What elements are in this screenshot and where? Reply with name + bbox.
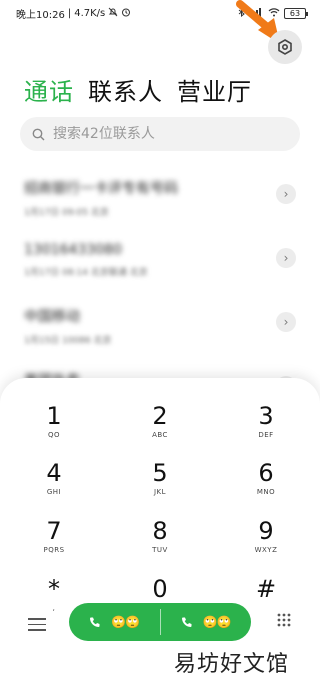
key-letters: GHI — [46, 488, 62, 496]
search-bar[interactable] — [20, 117, 300, 151]
key-3[interactable]: 3 DEF — [221, 402, 311, 458]
key-5[interactable]: 5 JKL — [115, 459, 205, 515]
key-digit: 0 — [152, 575, 168, 603]
call-sim1-button[interactable]: 🙄🙄 — [69, 603, 160, 641]
chevron-right-icon[interactable]: › — [276, 312, 296, 332]
key-1[interactable]: 1 QO — [9, 402, 99, 458]
status-time: 晚上10:26 — [16, 9, 65, 21]
key-digit: * — [48, 575, 60, 603]
key-2[interactable]: 2 ABC — [115, 402, 205, 458]
call-details: 1月15日 10086 北京 — [24, 336, 112, 346]
key-digit: 1 — [46, 402, 62, 430]
silent-icon — [108, 7, 118, 20]
dialpad-grid-icon[interactable] — [276, 612, 292, 628]
tab-service-hall[interactable]: 营业厅 — [177, 72, 252, 107]
key-letters: WXYZ — [254, 546, 278, 554]
sim2-emoji: 🙄🙄 — [202, 615, 232, 629]
call-details: 1月17日 08:14 北京联通 北京 — [24, 268, 148, 278]
menu-icon[interactable] — [28, 618, 46, 632]
caller-name: 中国移动 — [24, 309, 80, 325]
call-log-item[interactable]: 招商银行一卡评专有号码 1月17日 09:05 北京 › — [0, 168, 320, 232]
chevron-right-icon[interactable]: › — [276, 248, 296, 268]
key-digit: # — [255, 575, 277, 603]
key-letters: JKL — [153, 488, 167, 496]
key-letters: TUV — [152, 546, 168, 554]
chevron-right-icon[interactable]: › — [276, 184, 296, 204]
call-button-bar: 🙄🙄 🙄🙄 — [69, 603, 251, 641]
tab-calls[interactable]: 通话 — [24, 72, 74, 107]
gear-icon — [278, 39, 292, 55]
key-8[interactable]: 8 TUV — [115, 517, 205, 573]
status-left: 晚上10:26 | 4.7K/s — [16, 6, 131, 21]
key-digit: 9 — [258, 517, 274, 545]
key-digit: 8 — [152, 517, 168, 545]
call-log-item[interactable]: 中国移动 1月15日 10086 北京 › — [0, 296, 320, 360]
caller-name: 13016433080 — [24, 242, 122, 258]
tab-contacts[interactable]: 联系人 — [88, 72, 163, 107]
sim1-emoji: 🙄🙄 — [111, 615, 140, 629]
key-digit: 4 — [46, 459, 62, 487]
alarm-icon — [121, 7, 131, 20]
key-letters: QO — [47, 431, 61, 439]
key-digit: 6 — [258, 459, 274, 487]
search-input[interactable] — [53, 126, 283, 142]
call-log-item[interactable]: 13016433080 1月17日 08:14 北京联通 北京 › — [0, 232, 320, 296]
network-speed: 4.7K/s — [74, 7, 106, 19]
key-digit: 3 — [258, 402, 274, 430]
key-digit: 5 — [152, 459, 168, 487]
key-letters: PQRS — [43, 546, 65, 554]
tab-bar: 通话 联系人 营业厅 — [24, 72, 252, 107]
key-7[interactable]: 7 PQRS — [9, 517, 99, 573]
call-sim2-button[interactable]: 🙄🙄 — [161, 603, 252, 641]
status-separator: | — [67, 7, 72, 19]
key-digit: 2 — [152, 402, 168, 430]
key-6[interactable]: 6 MNO — [221, 459, 311, 515]
phone-icon — [90, 617, 100, 627]
caller-name: 招商银行一卡评专有号码 — [24, 181, 178, 197]
key-letters: DEF — [258, 431, 274, 439]
key-letters: MNO — [256, 488, 276, 496]
phone-icon — [181, 617, 192, 627]
key-letters: ABC — [152, 431, 168, 439]
key-digit: 7 — [46, 517, 62, 545]
call-details: 1月17日 09:05 北京 — [24, 208, 109, 218]
settings-button[interactable] — [268, 30, 302, 64]
key-4[interactable]: 4 GHI — [9, 459, 99, 515]
key-9[interactable]: 9 WXYZ — [221, 517, 311, 573]
search-icon — [32, 128, 45, 140]
watermark: 易坊好文馆 — [174, 652, 290, 677]
